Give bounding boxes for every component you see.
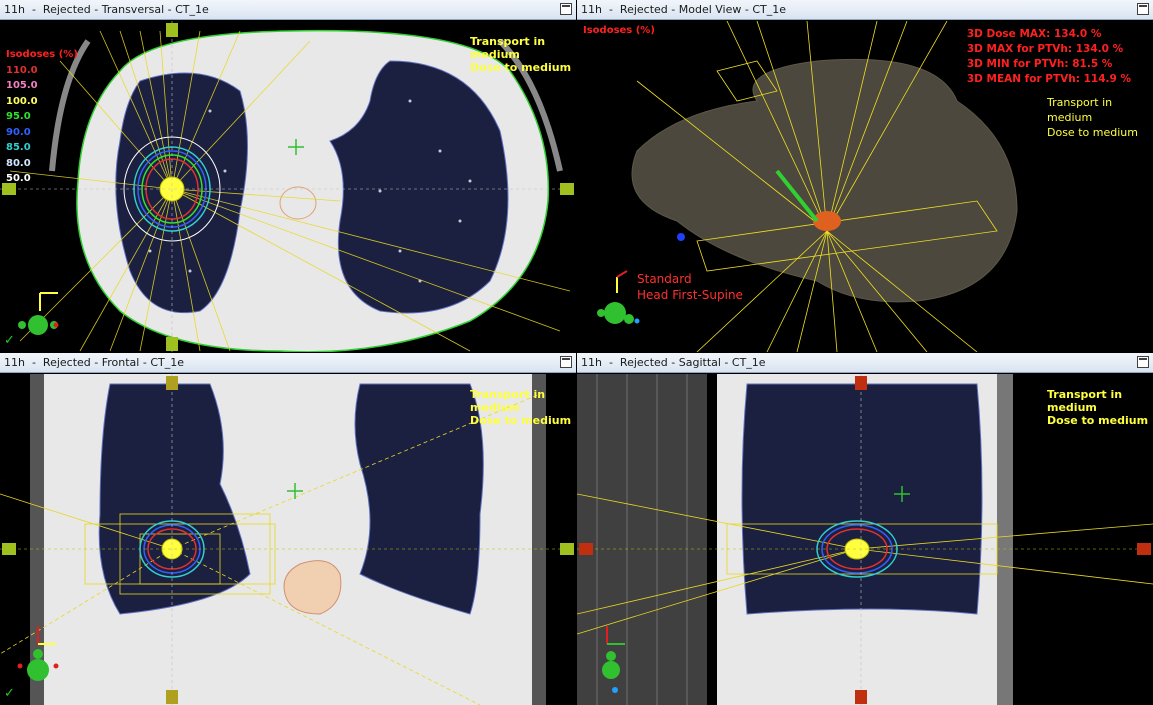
- frontal-check-icon: ✓: [4, 686, 15, 701]
- transversal-transport-note: Transport in medium Dose to medium: [470, 35, 571, 74]
- isodose-level-4: 90.0: [6, 126, 31, 138]
- model-view-titlebar[interactable]: 11h - Rejected - Model View - CT_1e: [577, 0, 1153, 20]
- transport-note-line: medium: [1047, 111, 1093, 124]
- dose-statistics: 3D Dose MAX: 134.0 % 3D MAX for PTVh: 13…: [967, 27, 1131, 87]
- transversal-pane[interactable]: 11h - Rejected - Transversal - CT_1e Iso…: [0, 0, 576, 352]
- ptv-mean-stat: 3D MEAN for PTVh: 114.9 %: [966, 73, 1131, 85]
- sagittal-maximize-icon[interactable]: [1137, 356, 1149, 368]
- transport-note-line: Dose to medium: [470, 414, 572, 427]
- isodose-level-6: 80.0: [6, 157, 31, 169]
- model-view-maximize-icon[interactable]: [1137, 3, 1149, 15]
- transport-note-line: Transport in: [1047, 388, 1123, 401]
- patient-orientation-label: Standard Head First-Supine: [637, 271, 743, 303]
- sagittal-title: 11h - Rejected - Sagittal - CT_1e: [581, 356, 766, 369]
- frontal-pane[interactable]: 11h - Rejected - Frontal - CT_1e Transpo…: [0, 353, 576, 705]
- isodose-level-7: 50.0: [6, 173, 31, 184]
- transport-note-line: medium: [1047, 401, 1097, 414]
- frontal-titlebar[interactable]: 11h - Rejected - Frontal - CT_1e: [0, 353, 576, 373]
- frontal-view[interactable]: Transport in medium Dose to medium ✓: [0, 374, 576, 705]
- transport-note-line: Dose to medium: [470, 61, 572, 74]
- model-view-3d[interactable]: Isodoses (%) 3D Dose MAX: 134.0 % 3D MAX…: [577, 21, 1153, 352]
- sagittal-transport-note: Transport in medium Dose to medium: [1047, 388, 1148, 427]
- sagittal-view[interactable]: Transport in medium Dose to medium: [577, 374, 1153, 705]
- frontal-maximize-icon[interactable]: [560, 356, 572, 368]
- model-view-title: 11h - Rejected - Model View - CT_1e: [581, 3, 786, 16]
- transport-note-line: Transport in: [470, 35, 546, 48]
- orientation-line: Head First-Supine: [637, 288, 743, 302]
- isodose-level-5: 85.0: [6, 142, 31, 153]
- transversal-title: 11h - Rejected - Transversal - CT_1e: [4, 3, 209, 16]
- transversal-check-icon: ✓: [4, 333, 15, 348]
- transport-note-line: Transport in: [470, 388, 546, 401]
- transversal-maximize-icon[interactable]: [560, 3, 572, 15]
- transport-note-line: medium: [470, 48, 520, 61]
- transport-note-line: Transport in: [1047, 96, 1113, 109]
- transport-note-line: Dose to medium: [1047, 414, 1149, 427]
- isodose-level-2: 100.0: [6, 95, 38, 107]
- transversal-titlebar[interactable]: 11h - Rejected - Transversal - CT_1e: [0, 0, 576, 20]
- transport-note-line: medium: [470, 401, 520, 414]
- ptv-max-stat: 3D MAX for PTVh: 134.0 %: [966, 43, 1124, 55]
- transversal-orientation-figure: [18, 292, 59, 335]
- model-view-isodose-label: Isodoses (%): [583, 25, 655, 36]
- model-view-isodose-title: Isodoses (%): [583, 23, 655, 39]
- transport-note-line: Dose to medium: [1047, 126, 1138, 139]
- sagittal-pane[interactable]: 11h - Rejected - Sagittal - CT_1e Transp…: [577, 353, 1153, 705]
- frontal-transport-note: Transport in medium Dose to medium: [470, 388, 571, 427]
- orientation-line: Standard: [637, 272, 692, 286]
- model-view-orientation-figure: [597, 270, 640, 324]
- frontal-title: 11h - Rejected - Frontal - CT_1e: [4, 356, 184, 369]
- isodose-level-1: 105.0: [6, 80, 38, 91]
- model-view-pane[interactable]: 11h - Rejected - Model View - CT_1e Isod…: [577, 0, 1153, 352]
- dose-max-stat: 3D Dose MAX: 134.0 %: [966, 28, 1102, 40]
- transversal-view[interactable]: Isodoses (%) 110.0 105.0 100.0 95.0 90.0 85.0…: [0, 21, 576, 352]
- isodose-legend: Isodoses (%) 110.0 105.0 100.0 95.0 90.0 85.0…: [6, 47, 78, 187]
- model-view-transport-note: Transport in medium Dose to medium: [1047, 95, 1138, 140]
- ptv-min-stat: 3D MIN for PTVh: 81.5 %: [966, 58, 1113, 70]
- isodose-level-0: 110.0: [6, 64, 38, 76]
- isodose-legend-title: Isodoses (%): [6, 49, 78, 60]
- sagittal-titlebar[interactable]: 11h - Rejected - Sagittal - CT_1e: [577, 353, 1153, 373]
- isodose-level-3: 95.0: [6, 111, 31, 122]
